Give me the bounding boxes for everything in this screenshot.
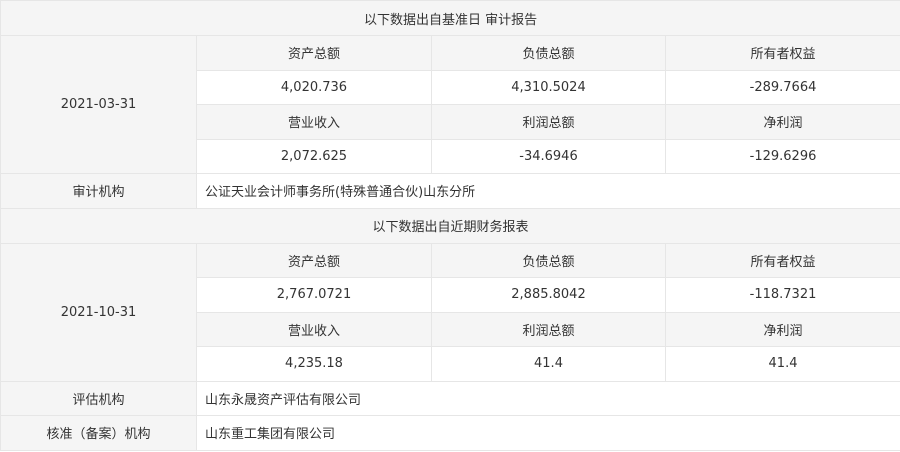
period-date: 2021-10-31 — [0, 242, 197, 382]
table-row: 核准（备案）机构 山东重工集团有限公司 — [0, 415, 900, 451]
value-total-profit: 41.4 — [431, 346, 666, 382]
label-owners-equity: 所有者权益 — [664, 242, 900, 278]
section-header: 以下数据出自基准日 审计报告 — [0, 0, 900, 36]
value-owners-equity: -118.7321 — [664, 277, 900, 313]
value-owners-equity: -289.7664 — [664, 69, 900, 105]
value-total-liabilities: 4,310.5024 — [431, 69, 666, 105]
label-total-liabilities: 负债总额 — [431, 35, 666, 71]
table-row: 2021-03-31 资产总额 负债总额 所有者权益 — [0, 35, 900, 174]
section-header-row: 以下数据出自近期财务报表 — [0, 207, 900, 244]
label-total-profit: 利润总额 — [431, 311, 666, 347]
table-row: 2021-10-31 资产总额 负债总额 所有者权益 — [0, 242, 900, 382]
label-net-profit: 净利润 — [664, 311, 900, 347]
org-value: 山东永晟资产评估有限公司 — [195, 380, 900, 416]
label-net-profit: 净利润 — [664, 104, 900, 140]
table-row: 评估机构 山东永晟资产评估有限公司 — [0, 380, 900, 416]
label-revenue: 营业收入 — [196, 104, 432, 140]
label-total-liabilities: 负债总额 — [431, 242, 666, 278]
period-date: 2021-03-31 — [0, 35, 197, 174]
value-net-profit: -129.6296 — [664, 138, 900, 174]
org-label: 审计机构 — [0, 173, 197, 209]
approval-value: 山东重工集团有限公司 — [195, 415, 900, 451]
label-total-assets: 资产总额 — [196, 35, 432, 71]
label-total-profit: 利润总额 — [431, 104, 666, 140]
value-revenue: 4,235.18 — [196, 346, 432, 382]
value-total-liabilities: 2,885.8042 — [431, 277, 666, 313]
table-row: 审计机构 公证天业会计师事务所(特殊普通合伙)山东分所 — [0, 173, 900, 209]
value-total-assets: 4,020.736 — [196, 69, 432, 105]
label-owners-equity: 所有者权益 — [664, 35, 900, 71]
financial-data-table: 以下数据出自基准日 审计报告 2021-03-31 资产总额 负债总额 所有者权… — [0, 0, 900, 451]
org-value: 公证天业会计师事务所(特殊普通合伙)山东分所 — [195, 173, 900, 209]
value-total-assets: 2,767.0721 — [196, 277, 432, 313]
section-header: 以下数据出自近期财务报表 — [0, 207, 900, 244]
value-total-profit: -34.6946 — [431, 138, 666, 174]
approval-label: 核准（备案）机构 — [0, 415, 197, 451]
label-revenue: 营业收入 — [196, 311, 432, 347]
label-total-assets: 资产总额 — [196, 242, 432, 278]
org-label: 评估机构 — [0, 380, 197, 416]
section-header-row: 以下数据出自基准日 审计报告 — [0, 0, 900, 36]
value-revenue: 2,072.625 — [196, 138, 432, 174]
value-net-profit: 41.4 — [664, 346, 900, 382]
